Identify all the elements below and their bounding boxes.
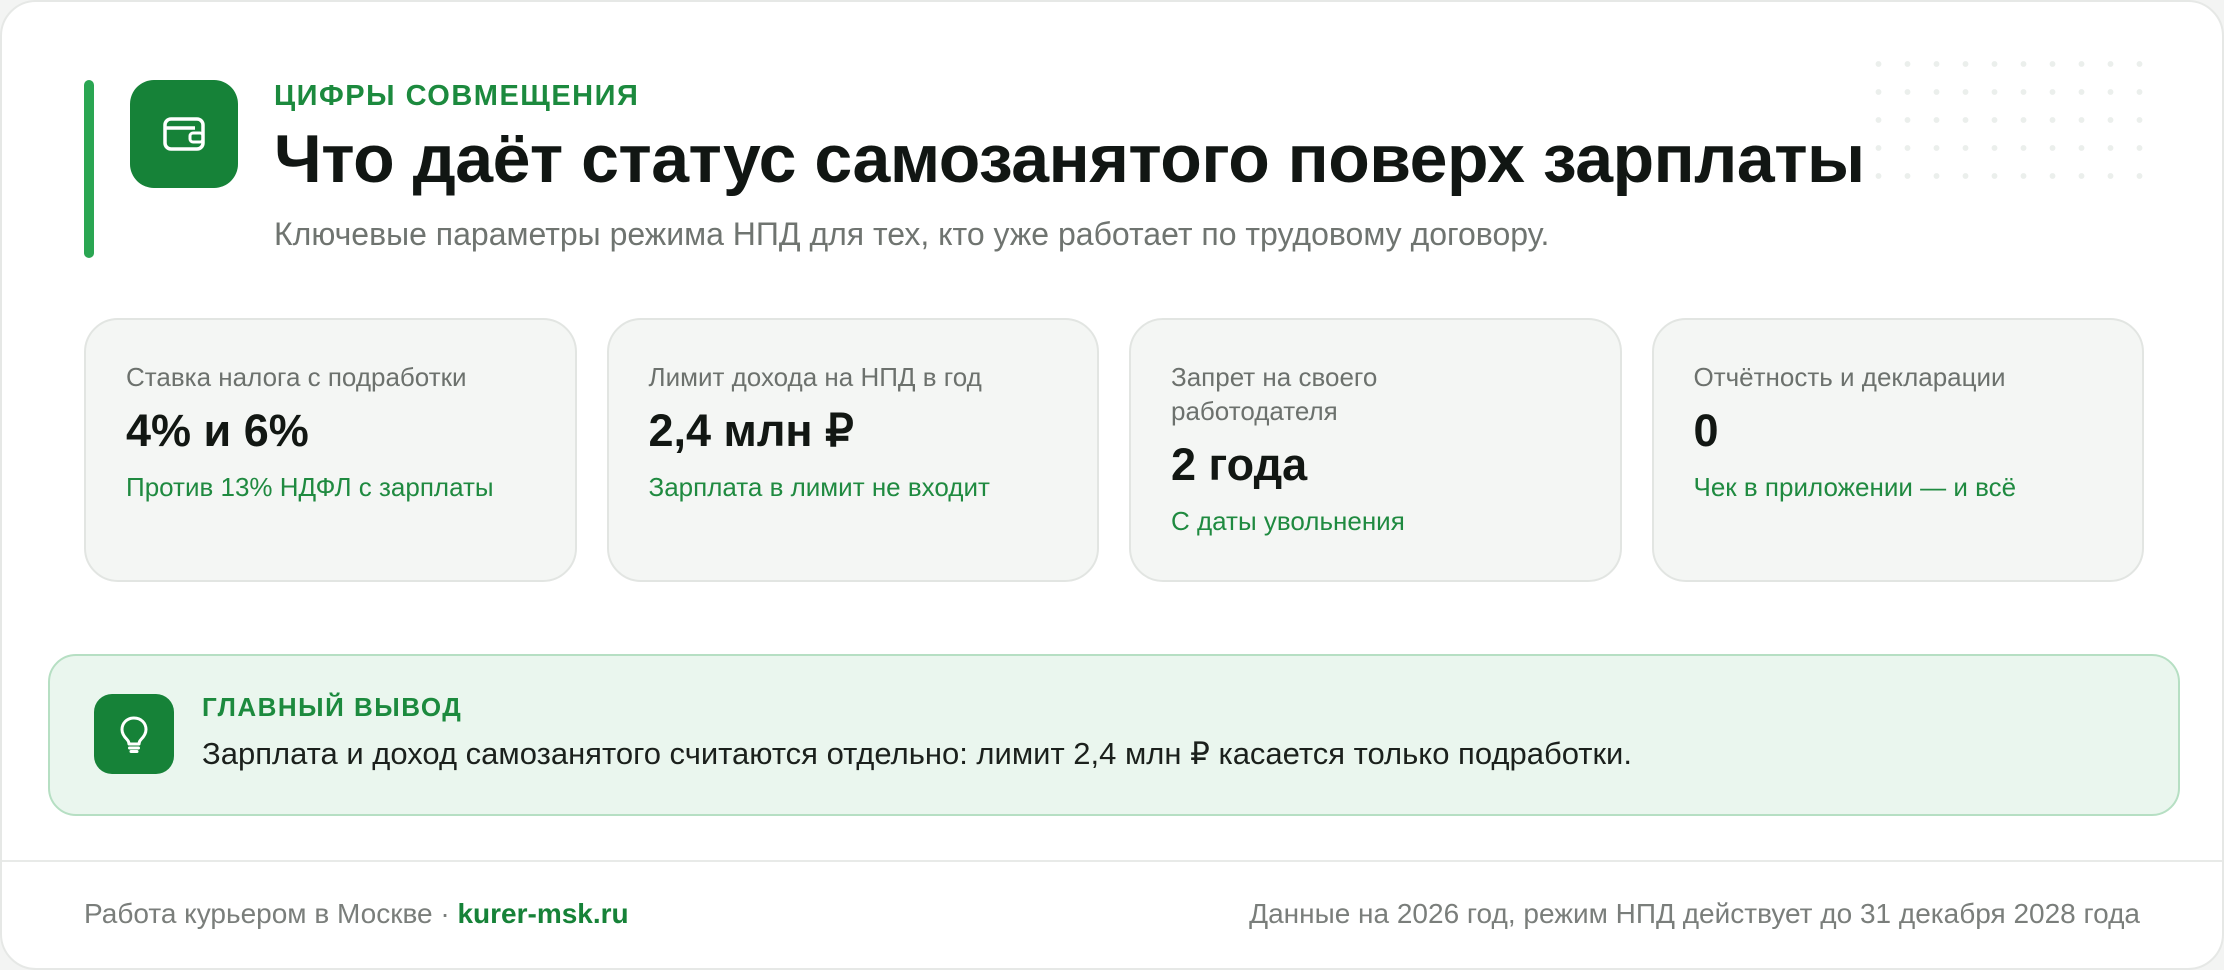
- stat-card-label: Запрет на своего работодателя: [1171, 362, 1378, 426]
- stat-card-reporting: Отчётность и декларации 0 Чек в приложен…: [1651, 318, 2144, 582]
- stat-card-note: С даты увольнения: [1171, 506, 1405, 536]
- stat-card-employer-ban: Запрет на своего работодателя 2 года С д…: [1129, 318, 1622, 582]
- footer-site-label: Работа курьером в Москве ·: [84, 898, 458, 929]
- stat-card-label: Ставка налога с подработки: [126, 362, 467, 392]
- lightbulb-icon: [94, 694, 174, 774]
- footer-divider: [2, 860, 2222, 862]
- stat-card-note: Против 13% НДФЛ с зарплаты: [126, 472, 494, 502]
- stat-card-value: 4% и 6%: [126, 405, 309, 456]
- wallet-icon: [130, 80, 238, 188]
- section-eyebrow: ЦИФРЫ СОВМЕЩЕНИЯ: [274, 80, 640, 112]
- page-subtitle: Ключевые параметры режима НПД для тех, к…: [274, 216, 1550, 252]
- callout-title: ГЛАВНЫЙ ВЫВОД: [202, 692, 463, 722]
- footer-data-note: Данные на 2026 год, режим НПД действует …: [1249, 898, 2140, 929]
- footer-source: Работа курьером в Москве · kurer-msk.ru: [84, 898, 629, 930]
- stat-card-income-limit: Лимит дохода на НПД в год 2,4 млн ₽ Зарп…: [606, 318, 1099, 582]
- stat-card-value: 0: [1693, 405, 1719, 456]
- page-title: Что даёт статус самозанятого поверх зарп…: [274, 121, 1865, 197]
- stat-card-value: 2 года: [1171, 439, 1308, 490]
- info-card: ЦИФРЫ СОВМЕЩЕНИЯ Что даёт статус самозан…: [0, 0, 2224, 970]
- stat-card-tax-rate: Ставка налога с подработки 4% и 6% Проти…: [84, 318, 577, 582]
- stat-card-note: Чек в приложении — и всё: [1693, 472, 2017, 502]
- stat-card-label: Лимит дохода на НПД в год: [648, 362, 982, 392]
- key-takeaway-callout: ГЛАВНЫЙ ВЫВОД Зарплата и доход самозанят…: [48, 654, 2180, 816]
- footer-site-link[interactable]: kurer-msk.ru: [457, 898, 628, 929]
- stat-card-value: 2,4 млн ₽: [648, 405, 854, 456]
- decorative-dot-pattern: [1864, 50, 2164, 190]
- stat-card-label: Отчётность и декларации: [1693, 362, 2006, 392]
- stat-card-note: Зарплата в лимит не входит: [648, 472, 990, 502]
- callout-text: Зарплата и доход самозанятого считаются …: [202, 736, 1632, 771]
- accent-bar: [84, 80, 94, 258]
- stats-cards: Ставка налога с подработки 4% и 6% Проти…: [84, 318, 2144, 582]
